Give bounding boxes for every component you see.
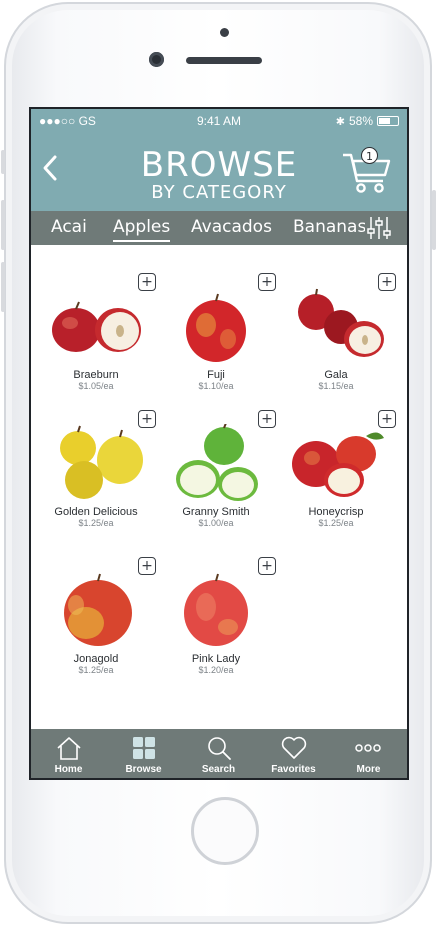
product-card-braeburn[interactable]: + Braeburn $1.05/ea (36, 273, 156, 403)
cart-badge: 1 (361, 147, 378, 164)
product-card-jonagold[interactable]: + Jonagold $1.25/ea (36, 557, 156, 687)
tab-avacados[interactable]: Avacados (191, 217, 272, 237)
honeycrisp-apple-image (292, 432, 384, 497)
tab-label: Search (201, 764, 236, 775)
tab-apples[interactable]: Apples (113, 217, 171, 242)
power-button[interactable] (432, 190, 436, 250)
product-grid: + Braeburn $1.05/ea + Fuji $1.10/ea + Ga… (31, 245, 407, 729)
filter-button[interactable] (365, 215, 393, 241)
category-tabs: Acai Apples Avacados Bananas (31, 211, 407, 245)
product-price: $1.00/ea (198, 518, 234, 528)
tab-label: Browse (125, 764, 162, 775)
fuji-apple-image (186, 293, 246, 362)
volume-down-button[interactable] (1, 262, 5, 312)
product-name: Granny Smith (182, 506, 250, 518)
product-name: Braeburn (73, 369, 119, 381)
app-screen: ●●●○○ GS 9:41 AM ✱ 58% BROWSE BY CATEGOR… (29, 107, 409, 780)
granny-smith-apple-image (176, 424, 258, 501)
golden-delicious-apple-image (60, 425, 143, 499)
grid-icon (133, 737, 155, 759)
product-card-gala[interactable]: + Gala $1.15/ea (276, 273, 396, 403)
gala-apple-image (298, 288, 384, 357)
tab-label: Home (54, 764, 83, 775)
product-price: $1.15/ea (318, 381, 354, 391)
tab-label: More (356, 764, 381, 775)
volume-up-button[interactable] (1, 200, 5, 250)
jonagold-apple-image (64, 573, 132, 646)
more-icon (355, 744, 381, 752)
home-button[interactable] (191, 797, 259, 865)
tab-search[interactable]: Search (181, 729, 256, 778)
product-price: $1.20/ea (198, 665, 234, 675)
tab-bananas[interactable]: Bananas (293, 217, 366, 237)
status-bar: ●●●○○ GS 9:41 AM ✱ 58% (31, 109, 407, 131)
product-card-honeycrisp[interactable]: + Honeycrisp $1.25/ea (276, 410, 396, 540)
product-card-golden-delicious[interactable]: + Golden Delicious $1.25/ea (36, 410, 156, 540)
front-camera (149, 52, 164, 67)
add-to-cart-button[interactable]: + (258, 557, 276, 575)
tab-more[interactable]: More (331, 729, 406, 778)
bottom-tab-bar: Home Browse Search Favorites More (31, 729, 407, 778)
battery-icon (377, 116, 399, 126)
add-to-cart-button[interactable]: + (138, 557, 156, 575)
product-price: $1.25/ea (78, 665, 114, 675)
product-name: Honeycrisp (308, 506, 364, 518)
product-price: $1.10/ea (198, 381, 234, 391)
pink-lady-apple-image (184, 573, 248, 646)
braeburn-apple-image (52, 301, 141, 352)
header: ●●●○○ GS 9:41 AM ✱ 58% BROWSE BY CATEGOR… (31, 109, 407, 211)
product-name: Jonagold (73, 653, 119, 665)
tab-acai[interactable]: Acai (51, 217, 87, 237)
add-to-cart-button[interactable]: + (258, 410, 276, 428)
bluetooth-icon: ✱ (335, 115, 345, 128)
product-name: Golden Delicious (54, 506, 138, 518)
search-icon (208, 737, 231, 760)
product-name: Pink Lady (191, 653, 241, 665)
tab-label: Favorites (271, 764, 316, 775)
battery-indicator: ✱ 58% (336, 114, 399, 128)
add-to-cart-button[interactable]: + (258, 273, 276, 291)
tab-browse[interactable]: Browse (106, 729, 181, 778)
heart-icon (281, 736, 307, 759)
add-to-cart-button[interactable]: + (378, 273, 396, 291)
add-to-cart-button[interactable]: + (138, 410, 156, 428)
proximity-sensor (220, 28, 229, 37)
product-name: Gala (324, 369, 348, 381)
add-to-cart-button[interactable]: + (378, 410, 396, 428)
product-price: $1.25/ea (78, 518, 114, 528)
product-price: $1.25/ea (318, 518, 354, 528)
product-name: Fuji (207, 369, 225, 381)
cart-button[interactable]: 1 (341, 147, 393, 195)
product-card-fuji[interactable]: + Fuji $1.10/ea (156, 273, 276, 403)
battery-percent: 58% (348, 114, 373, 128)
add-to-cart-button[interactable]: + (138, 273, 156, 291)
tab-favorites[interactable]: Favorites (256, 729, 331, 778)
earpiece-speaker (186, 57, 262, 64)
product-card-granny-smith[interactable]: + Granny Smith $1.00/ea (156, 410, 276, 540)
sliders-icon (367, 217, 391, 239)
mute-switch[interactable] (1, 150, 5, 174)
product-price: $1.05/ea (78, 381, 114, 391)
home-icon (57, 737, 81, 760)
tab-home[interactable]: Home (31, 729, 106, 778)
product-card-pink-lady[interactable]: + Pink Lady $1.20/ea (156, 557, 276, 687)
